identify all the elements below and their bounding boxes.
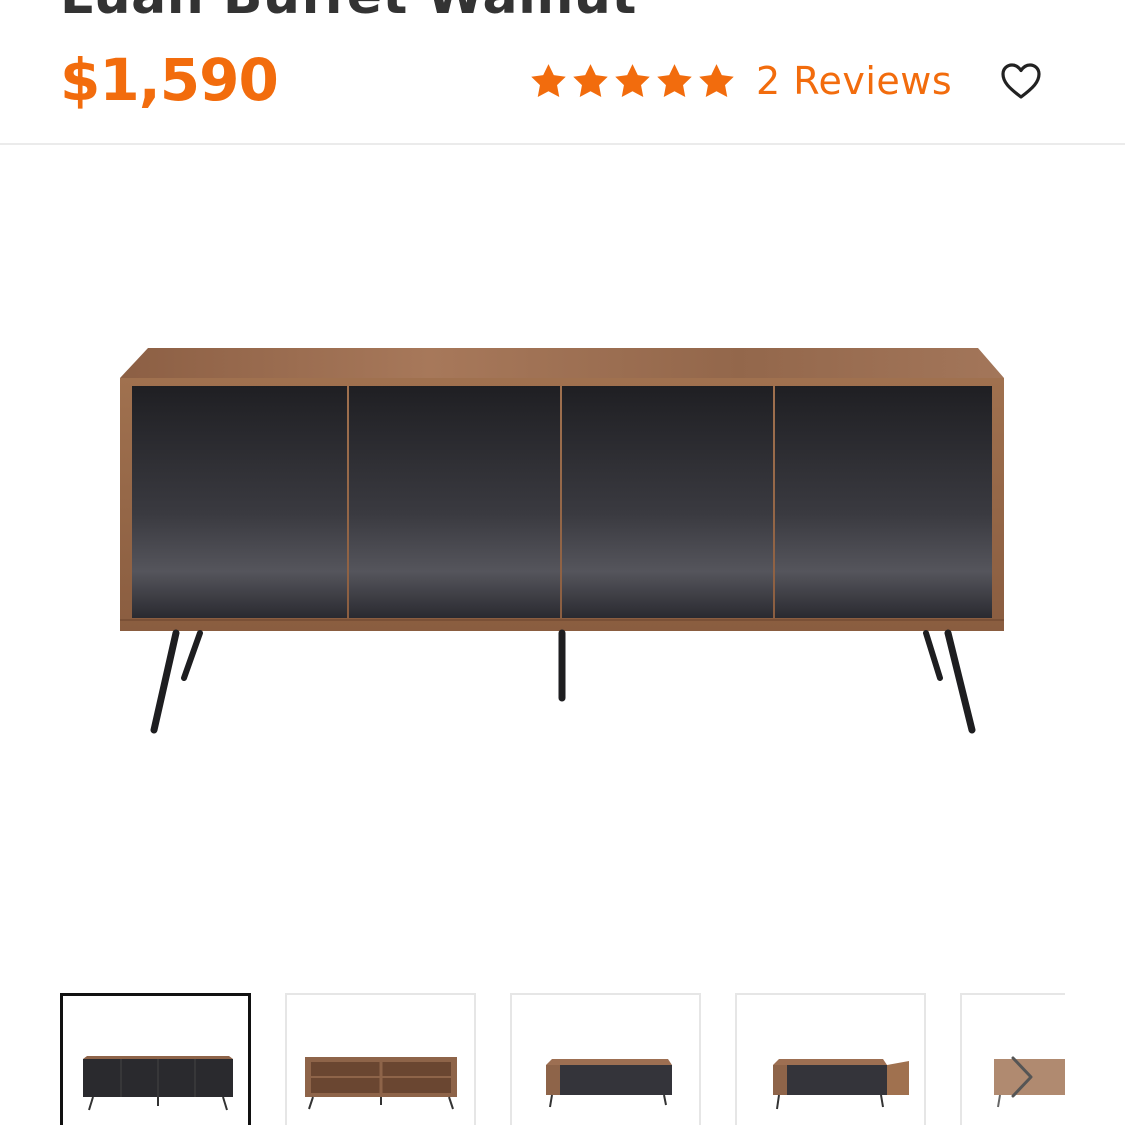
gallery-next-button[interactable] xyxy=(1000,1052,1044,1102)
thumbnail-front-open[interactable] xyxy=(285,993,476,1125)
star-icon xyxy=(615,63,650,97)
thumbnail-angled-open[interactable] xyxy=(735,993,926,1125)
main-product-image[interactable] xyxy=(0,150,1125,970)
star-icon xyxy=(531,63,566,97)
product-title: Luan Buffet Walnut xyxy=(60,0,637,26)
product-price: $1,590 xyxy=(60,46,279,114)
reviews-link[interactable]: 2 Reviews xyxy=(756,59,952,103)
header-divider xyxy=(0,143,1125,145)
heart-icon xyxy=(1001,63,1041,99)
star-icon xyxy=(573,63,608,97)
star-icon xyxy=(699,63,734,97)
star-icon xyxy=(657,63,692,97)
favorite-button[interactable] xyxy=(996,58,1046,104)
chevron-right-icon xyxy=(1011,1056,1033,1098)
thumbnail-strip xyxy=(60,993,1065,1125)
star-rating xyxy=(528,61,738,102)
thumbnail-angled-closed[interactable] xyxy=(510,993,701,1125)
rating-summary[interactable]: 2 Reviews xyxy=(528,52,952,110)
thumbnail-front-closed[interactable] xyxy=(60,993,251,1125)
